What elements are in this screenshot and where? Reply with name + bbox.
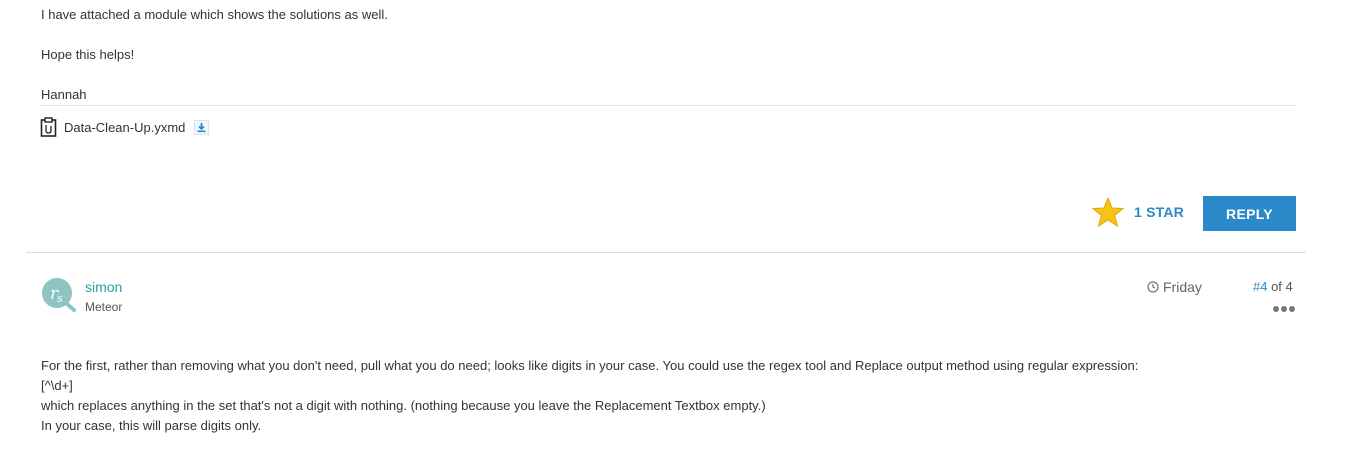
post-divider [26,252,1306,253]
post-paragraph: Hope this helps! [41,47,135,62]
post-number-total: of 4 [1267,279,1293,294]
post-signature: Hannah [41,87,87,102]
post-body-line: which replaces anything in the set that'… [41,398,766,413]
author-rank: Meteor [85,300,123,314]
post-body-line: [^\d+] [41,378,73,393]
attachment-divider [41,105,1296,106]
post-date-text: Friday [1163,279,1202,295]
download-icon[interactable] [194,119,210,135]
attachment-row: Data-Clean-Up.yxmd [40,116,210,138]
clock-icon [1147,281,1159,293]
avatar[interactable]: r s [41,277,77,313]
attachment-filename[interactable]: Data-Clean-Up.yxmd [64,120,185,135]
star-kudos[interactable]: 1 STAR [1092,196,1184,228]
post-body-line: In your case, this will parse digits onl… [41,418,262,433]
star-count-label[interactable]: 1 STAR [1134,204,1184,220]
clipboard-icon [40,117,57,137]
post-paragraph: I have attached a module which shows the… [41,7,388,22]
reply-button[interactable]: REPLY [1203,196,1296,231]
post-number-link[interactable]: #4 [1253,279,1267,294]
star-icon[interactable] [1092,197,1124,227]
post-number: #4 of 4 [1253,279,1293,294]
more-options-icon[interactable] [1273,306,1295,312]
post-date: Friday [1147,279,1202,295]
svg-text:s: s [57,292,63,305]
post-body-line: For the first, rather than removing what… [41,358,1139,373]
author-name[interactable]: simon [85,279,122,295]
